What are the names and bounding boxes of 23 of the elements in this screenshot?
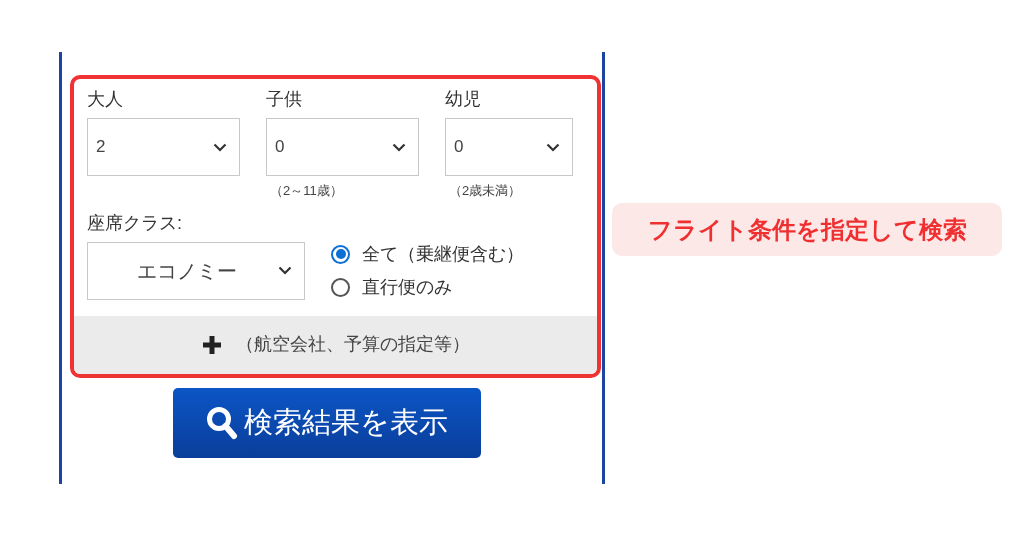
radio-label: 全て（乗継便含む） — [362, 242, 524, 266]
age-note: （2～11歳） — [270, 182, 343, 200]
select-field[interactable]: 0 — [445, 118, 573, 176]
field-label: 幼児 — [445, 88, 481, 111]
more-options-toggle[interactable]: （航空会社、予算の指定等） — [74, 315, 597, 374]
radio-label: 直行便のみ — [362, 275, 452, 299]
select-field[interactable]: エコノミー — [87, 241, 305, 300]
chevron-down-icon — [213, 142, 227, 152]
search-button[interactable]: 検索結果を表示 — [173, 387, 481, 458]
age-note: （2歳未満） — [449, 182, 522, 200]
chevron-down-icon — [546, 142, 560, 152]
chevron-down-icon — [278, 266, 292, 275]
field-label: 座席クラス: — [87, 211, 182, 235]
chevron-down-icon — [392, 142, 406, 152]
field-label: 大人 — [87, 88, 123, 111]
radio-button[interactable] — [331, 244, 350, 264]
plus-icon — [201, 334, 222, 355]
callout-text: フライト条件を指定して検索 — [647, 214, 967, 245]
select-field[interactable]: 0 — [266, 118, 419, 176]
field-label: 子供 — [266, 88, 302, 111]
radio-button[interactable] — [331, 277, 350, 297]
select-field[interactable]: 2 — [87, 118, 240, 176]
search-icon — [206, 405, 238, 440]
